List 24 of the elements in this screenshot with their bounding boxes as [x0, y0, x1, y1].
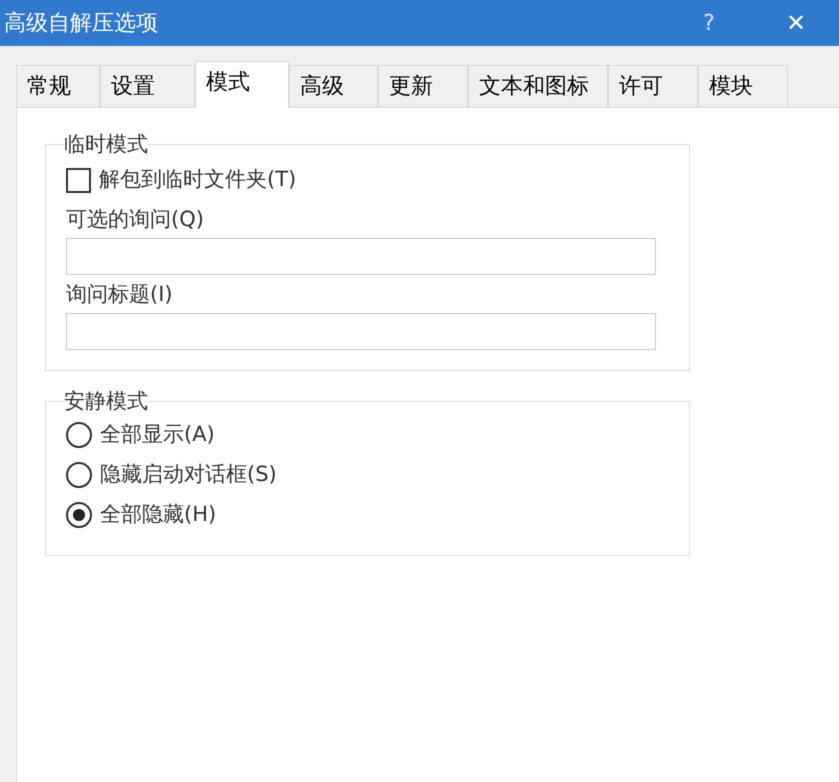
tab[interactable]: 设置	[100, 65, 195, 107]
radio-label: 全部显示(A)	[100, 421, 215, 448]
radio-label: 全部隐藏(H)	[100, 501, 216, 528]
group-title: 安静模式	[64, 388, 148, 415]
checkbox-label: 解包到临时文件夹(T)	[99, 166, 296, 194]
tab[interactable]: 模式	[195, 61, 289, 108]
close-button[interactable]: ✕	[773, 0, 819, 46]
tab[interactable]: 模块	[698, 65, 788, 107]
field-label: 询问标题(I)	[66, 281, 174, 308]
tab[interactable]: 更新	[378, 65, 468, 107]
tab[interactable]: 许可	[608, 65, 698, 107]
radio-button[interactable]	[66, 462, 92, 488]
field-label: 可选的询问(Q)	[66, 206, 205, 233]
tab[interactable]: 高级	[289, 65, 378, 107]
radio-label: 隐藏启动对话框(S)	[100, 461, 277, 488]
input-field[interactable]	[66, 238, 656, 275]
radio-button[interactable]	[66, 422, 92, 448]
tab[interactable]: 文本和图标	[468, 65, 608, 107]
input-field[interactable]	[66, 313, 656, 350]
radio-button[interactable]	[66, 502, 92, 528]
window-title: 高级自解压选项	[3, 10, 158, 38]
checkbox[interactable]	[66, 168, 91, 192]
tab[interactable]: 常规	[16, 65, 100, 107]
group-title: 临时模式	[64, 131, 148, 158]
